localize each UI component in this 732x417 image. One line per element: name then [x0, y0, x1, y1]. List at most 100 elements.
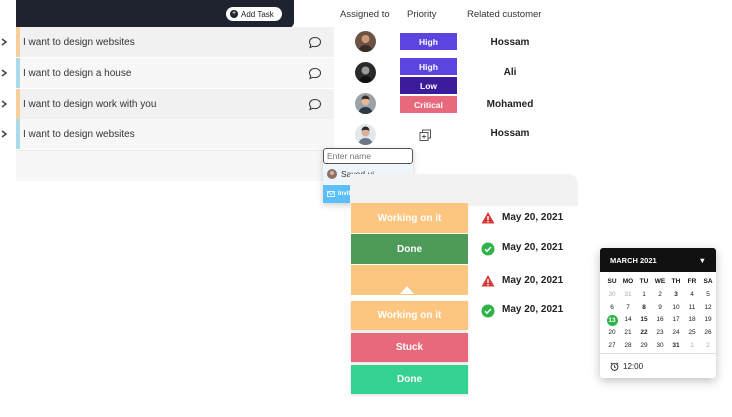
calendar-day[interactable]: 2	[652, 289, 668, 302]
task-row[interactable]: I want to design work with you	[16, 89, 334, 119]
weekday-label: SA	[703, 278, 713, 285]
caret-down-icon[interactable]: ▼	[699, 256, 706, 265]
calendar-day[interactable]: 8	[636, 302, 652, 315]
calendar-day[interactable]: 9	[652, 302, 668, 315]
calendar-day[interactable]: 28	[620, 340, 636, 353]
add-task-button[interactable]: + Add Task	[226, 7, 282, 21]
customer-name: Ali	[503, 67, 517, 78]
calendar-day[interactable]: 25	[684, 327, 700, 340]
avatar[interactable]	[355, 62, 376, 83]
time-row[interactable]: 12:00	[600, 353, 716, 378]
calendar-day[interactable]: 2	[700, 340, 716, 353]
comment-icon[interactable]	[308, 67, 322, 80]
due-date[interactable]: May 20, 2021	[502, 212, 563, 223]
priority-chip[interactable]: Low	[400, 77, 457, 94]
task-row[interactable]: I want to design websites	[16, 119, 334, 149]
weekday-label: TH	[671, 278, 681, 285]
status-cell[interactable]: Done	[351, 234, 468, 264]
avatar	[327, 169, 337, 179]
task-label: I want to design websites	[23, 36, 135, 48]
task-label: I want to design a house	[23, 67, 132, 79]
weekday-label: TU	[639, 278, 649, 285]
avatar[interactable]	[355, 31, 376, 52]
calendar-day[interactable]: 29	[636, 340, 652, 353]
task-row[interactable]: I want to design a house	[16, 58, 334, 88]
calendar-day[interactable]: 5	[700, 289, 716, 302]
status-option[interactable]: Stuck	[351, 333, 468, 362]
calendar-day[interactable]: 16	[652, 314, 668, 327]
task-table-header: + Add Task	[16, 0, 294, 28]
chevron-right-icon[interactable]	[0, 130, 8, 138]
name-search-input[interactable]	[323, 148, 413, 164]
calendar-day[interactable]: 6	[604, 302, 620, 315]
dropdown-caret-icon	[400, 286, 414, 294]
calendar-day[interactable]: 18	[684, 314, 700, 327]
calendar-day[interactable]: 24	[668, 327, 684, 340]
calendar-day[interactable]: 12	[700, 302, 716, 315]
calendar-day[interactable]: 22	[636, 327, 652, 340]
comment-icon[interactable]	[308, 98, 322, 111]
calendar-day[interactable]: 26	[700, 327, 716, 340]
calendar-day[interactable]: 10	[668, 302, 684, 315]
customer-name: Mohamed	[486, 99, 534, 110]
calendar-day[interactable]: 31	[668, 340, 684, 353]
chevron-right-icon[interactable]	[0, 69, 8, 77]
calendar-day[interactable]: 4	[684, 289, 700, 302]
column-header-customer: Related customer	[467, 9, 542, 20]
calendar-day[interactable]: 11	[684, 302, 700, 315]
column-header-assigned: Assigned to	[340, 9, 390, 20]
time-value: 12:00	[623, 361, 644, 371]
calendar-day[interactable]: 14	[620, 314, 636, 327]
priority-chip[interactable]: High	[400, 58, 457, 75]
chevron-right-icon[interactable]	[0, 100, 8, 108]
status-cell[interactable]: Working on it	[351, 203, 468, 233]
calendar-day[interactable]: 1	[684, 340, 700, 353]
calendar-day[interactable]: 1	[636, 289, 652, 302]
calendar-day[interactable]: 7	[620, 302, 636, 315]
calendar-day[interactable]: 20	[604, 327, 620, 340]
due-date[interactable]: May 20, 2021	[502, 242, 563, 253]
due-date[interactable]: May 20, 2021	[502, 275, 563, 286]
calendar-day[interactable]: 15	[636, 314, 652, 327]
warning-icon	[481, 275, 495, 287]
status-panel-header	[350, 174, 578, 206]
calendar-day[interactable]: 27	[604, 340, 620, 353]
calendar-header[interactable]: MARCH 2021 ▼	[600, 248, 716, 272]
status-option[interactable]: Working on it	[351, 301, 468, 330]
chevron-right-icon[interactable]	[0, 38, 8, 46]
avatar[interactable]	[355, 124, 376, 145]
priority-chip[interactable]: High	[400, 33, 457, 50]
calendar-day[interactable]: 17	[668, 314, 684, 327]
calendar-day[interactable]: 30	[652, 340, 668, 353]
plus-icon: +	[230, 10, 238, 18]
calendar-day[interactable]: 31	[620, 289, 636, 302]
calendar-day[interactable]: 21	[620, 327, 636, 340]
task-row[interactable]: I want to design websites	[16, 27, 334, 57]
weekday-label: FR	[687, 278, 697, 285]
calendar-day[interactable]: 3	[668, 289, 684, 302]
customer-name: Hossam	[490, 37, 530, 48]
calendar-month-label: MARCH 2021	[610, 255, 657, 265]
check-circle-icon	[481, 242, 495, 256]
calendar-day[interactable]: 23	[652, 327, 668, 340]
task-label: I want to design work with you	[23, 98, 157, 110]
avatar[interactable]	[355, 93, 376, 114]
weekday-label: SU	[607, 278, 617, 285]
calendar-grid: SU MO TU WE TH FR SA 30 31 1 2 3 4 5 6 7 8 9 10 11 12 13 14 15 1…	[600, 272, 716, 353]
priority-chip[interactable]: Critical	[400, 96, 457, 113]
selected-day[interactable]: 13	[606, 315, 618, 327]
mail-icon	[327, 191, 335, 197]
due-date[interactable]: May 20, 2021	[502, 304, 563, 315]
status-option[interactable]: Done	[351, 365, 468, 394]
calendar-day[interactable]: 19	[700, 314, 716, 327]
column-header-priority: Priority	[407, 9, 437, 20]
calendar-day[interactable]: 30	[604, 289, 620, 302]
date-picker: MARCH 2021 ▼ SU MO TU WE TH FR SA 30 31 1 2 3 4 5 6 7 8 9…	[600, 248, 716, 378]
check-circle-icon	[481, 304, 495, 318]
calendar-day[interactable]: 13	[604, 314, 620, 327]
add-priority-icon[interactable]	[419, 129, 432, 142]
weekday-label: WE	[654, 278, 666, 285]
empty-row	[16, 150, 334, 181]
task-label: I want to design websites	[23, 128, 135, 140]
comment-icon[interactable]	[308, 36, 322, 49]
